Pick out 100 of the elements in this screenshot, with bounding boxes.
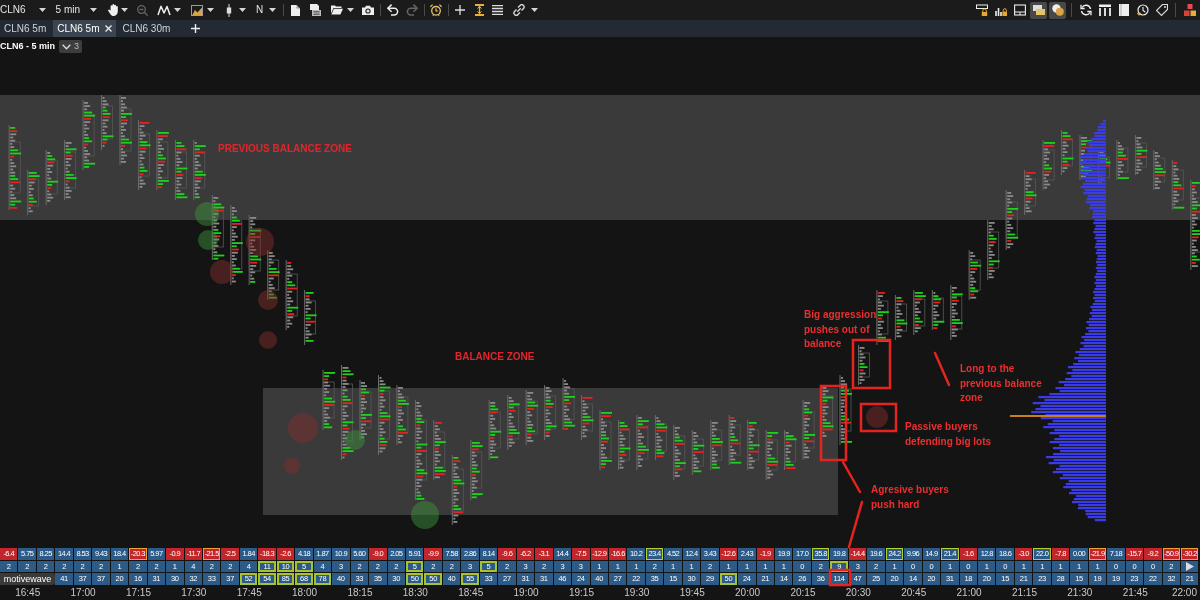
- coins-icon: [1051, 4, 1064, 16]
- time-label: 16:45: [14, 587, 42, 598]
- time-label: 19:30: [623, 587, 651, 598]
- highlight-box: [851, 338, 892, 390]
- plus-icon[interactable]: [455, 5, 466, 15]
- annotation-note: Agresive buyers push hard: [871, 483, 950, 512]
- caret-icon: [207, 8, 215, 12]
- caret-icon: [174, 8, 182, 12]
- book-icon: [1117, 4, 1130, 16]
- caret-icon: [531, 8, 539, 12]
- time-label: 17:00: [69, 587, 97, 598]
- caret-icon: [38, 8, 46, 12]
- time-label: 19:45: [678, 587, 706, 598]
- lines-icon[interactable]: [492, 5, 504, 15]
- toolbar-button[interactable]: [1181, 1, 1198, 19]
- time-label: 18:30: [401, 587, 429, 598]
- time-label: 20:15: [789, 587, 817, 598]
- time-label: 20:00: [734, 587, 762, 598]
- time-label: 19:15: [567, 587, 595, 598]
- zigzag-line-icon: [157, 4, 172, 16]
- toolbar-button[interactable]: [1153, 1, 1170, 19]
- chart-type-dropdown[interactable]: [191, 4, 215, 16]
- volume-bubble: [258, 290, 278, 310]
- time-label: 17:45: [235, 587, 263, 598]
- printer-icon[interactable]: [309, 4, 322, 16]
- bar-style-dropdown[interactable]: [226, 3, 247, 17]
- toolbar-button[interactable]: [1134, 1, 1151, 19]
- toolbar-button[interactable]: [973, 1, 990, 19]
- i-beam-icon[interactable]: [475, 4, 485, 16]
- tab[interactable]: CLN6 5m: [53, 20, 116, 37]
- caret-icon: [347, 8, 355, 12]
- new-document-icon[interactable]: [291, 4, 301, 16]
- triangle-right-icon[interactable]: [1185, 562, 1194, 571]
- volume-bubble: [246, 228, 274, 256]
- volume-bubble: [210, 260, 234, 284]
- time-label: 19:00: [512, 587, 540, 598]
- caret-icon: [121, 8, 129, 12]
- blocks-icon: [1183, 4, 1196, 16]
- clock-icon: [1136, 4, 1149, 16]
- hand-tool-dropdown[interactable]: [108, 4, 129, 16]
- highlight-box: [828, 568, 852, 587]
- time-label: 21:15: [1010, 587, 1038, 598]
- volume-bubble: [288, 413, 318, 443]
- time-label: 20:30: [844, 587, 872, 598]
- symbol-dropdown[interactable]: CLN6: [0, 5, 46, 15]
- refresh-icon: [1079, 4, 1092, 16]
- collapse-button[interactable]: 3: [59, 40, 83, 53]
- plus-icon[interactable]: [191, 24, 201, 33]
- chart-title: CLN6 - 5 min: [0, 42, 55, 51]
- stacked-windows-icon: [1032, 4, 1045, 16]
- volume-bubble: [866, 406, 888, 428]
- close-icon[interactable]: [104, 25, 112, 32]
- undo-icon[interactable]: [387, 4, 400, 16]
- text-tool-dropdown[interactable]: N: [256, 5, 277, 15]
- caret-icon: [269, 8, 277, 12]
- annotation-note: Big aggression pushes out of balance: [804, 308, 878, 351]
- volume-bubble: [284, 458, 300, 474]
- columns-icon: [1098, 4, 1111, 16]
- camera-icon[interactable]: [362, 5, 375, 15]
- folder-icon: [331, 5, 344, 15]
- time-label: 21:45: [1121, 587, 1149, 598]
- volume-bubble: [259, 331, 277, 349]
- volume-bubble: [195, 202, 219, 226]
- zone-label: PREVIOUS BALANCE ZONE: [218, 142, 352, 156]
- time-label: 17:30: [180, 587, 208, 598]
- highlight-box: [859, 402, 898, 433]
- time-label: 18:45: [457, 587, 485, 598]
- toolbar-button[interactable]: [1049, 1, 1066, 19]
- toolbar-button[interactable]: [1030, 1, 1047, 19]
- time-label: 18:00: [291, 587, 319, 598]
- time-label: 20:45: [900, 587, 928, 598]
- chevron-down-icon: [62, 43, 71, 50]
- time-label: 22:00: [1170, 587, 1198, 598]
- volume-bubble: [198, 230, 218, 250]
- tab[interactable]: CLN6 30m: [118, 20, 175, 37]
- annotation-note: Long to the previous balance zone: [960, 362, 1043, 405]
- tag-icon: [1155, 4, 1168, 16]
- alarm-clock-icon[interactable]: [430, 4, 443, 16]
- zone-label: BALANCE ZONE: [455, 350, 535, 364]
- open-dropdown[interactable]: [331, 5, 355, 15]
- time-label: 18:15: [346, 587, 374, 598]
- annotation-line: [841, 460, 862, 494]
- monitor-icon: [1013, 4, 1026, 16]
- link-icon: [513, 4, 526, 16]
- time-label: 21:00: [955, 587, 983, 598]
- annotation-line: [847, 500, 864, 549]
- caret-icon: [239, 8, 247, 12]
- lock-bar-icon: [975, 4, 988, 16]
- candlestick-icon: [226, 3, 233, 17]
- hand-icon: [108, 4, 119, 16]
- tab[interactable]: CLN6 5m: [0, 20, 51, 37]
- area-chart-icon: [191, 4, 204, 16]
- line-tool-dropdown[interactable]: [157, 4, 182, 16]
- time-label: 21:30: [1066, 587, 1094, 598]
- volume-bubble: [345, 430, 365, 450]
- toolbar-button[interactable]: [1011, 1, 1028, 19]
- volume-bubble: [411, 501, 439, 529]
- interval-dropdown[interactable]: 5 min: [55, 5, 98, 15]
- link-dropdown[interactable]: [513, 4, 539, 16]
- time-label: 17:15: [124, 587, 152, 598]
